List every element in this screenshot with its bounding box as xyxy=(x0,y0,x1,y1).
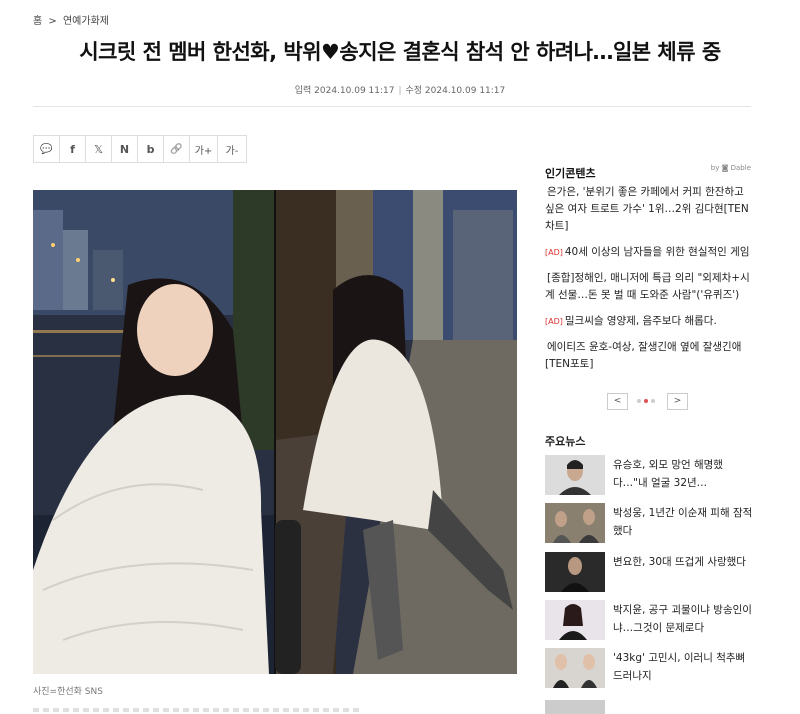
popular-pager: < > xyxy=(607,393,689,410)
news-thumbnail[interactable] xyxy=(545,503,605,543)
news-thumbnail[interactable] xyxy=(545,700,605,714)
prev-button[interactable]: < xyxy=(607,393,628,410)
popular-header: 인기콘텐츠 by ◙ Dable xyxy=(545,162,751,181)
list-item-text: [종합]정해인, 매니저에 특급 의리 "외제차+시계 선물…돈 못 벌 때 도… xyxy=(545,272,750,301)
page-dot-active[interactable] xyxy=(644,399,648,403)
list-item[interactable]: 에이티즈 윤호-여상, 잘생긴애 옆에 잘생긴애 [TEN포토] xyxy=(545,339,755,373)
comment-icon[interactable]: 💬 xyxy=(34,136,60,162)
news-headline[interactable]: 박지윤, 공구 괴물이냐 방송인이냐…그것이 문제로다 xyxy=(613,601,755,637)
input-date: 입력 2024.10.09 11:17 xyxy=(294,86,395,96)
breadcrumb-separator: > xyxy=(48,16,57,27)
news-thumbnail[interactable] xyxy=(545,455,605,495)
page-dots xyxy=(637,399,655,403)
news-item[interactable]: 유승호, 외모 망언 해명했다…"내 얼굴 32년… xyxy=(545,455,755,495)
article-headline: 시크릿 전 멤버 한선화, 박위♥송지은 결혼식 참석 안 하려나…일본 체류 … xyxy=(79,40,721,64)
header-divider xyxy=(33,106,751,107)
news-thumbnail[interactable] xyxy=(545,552,605,592)
article-dates: 입력 2024.10.09 11:17 | 수정 2024.10.09 11:17 xyxy=(0,83,800,96)
list-item-text: 밀크씨슬 영양제, 음주보다 해롭다. xyxy=(564,315,717,327)
news-item[interactable]: '43kg' 고민시, 이러니 척추뼈 드러나지 xyxy=(545,648,755,688)
dable-logo: by ◙ Dable xyxy=(710,164,751,172)
news-item-partial[interactable] xyxy=(545,700,755,714)
news-thumbnail[interactable] xyxy=(545,648,605,688)
share-toolbar: 💬 f 𝕏 N b 🔗 가+ 가- xyxy=(33,135,247,163)
breadcrumb-section[interactable]: 연예가화제 xyxy=(63,16,109,27)
naver-icon[interactable]: N xyxy=(112,136,138,162)
popular-list: 은가은, '분위기 좋은 카페에서 커피 한잔하고 싶은 여자 트로트 가수' … xyxy=(545,184,755,382)
news-headline[interactable]: 변요한, 30대 뜨겁게 사랑했다 xyxy=(613,553,755,571)
font-decrease-button[interactable]: 가- xyxy=(218,136,246,162)
next-button[interactable]: > xyxy=(667,393,688,410)
news-item[interactable]: 박성웅, 1년간 이순재 피해 잠적했다 xyxy=(545,503,755,543)
breadcrumb: 홈 > 연예가화제 xyxy=(33,12,112,27)
link-icon[interactable]: 🔗 xyxy=(164,136,190,162)
date-separator: | xyxy=(398,86,402,96)
news-thumbnail[interactable] xyxy=(545,600,605,640)
ad-badge: [AD] xyxy=(545,317,563,326)
news-headline[interactable]: 유승호, 외모 망언 해명했다…"내 얼굴 32년… xyxy=(613,456,755,492)
font-increase-button[interactable]: 가+ xyxy=(190,136,218,162)
edit-date: 수정 2024.10.09 11:17 xyxy=(405,86,506,96)
photo-caption: 사진=한선화 SNS xyxy=(33,687,103,697)
x-icon[interactable]: 𝕏 xyxy=(86,136,112,162)
list-item[interactable]: [종합]정해인, 매니저에 특급 의리 "외제차+시계 선물…돈 못 벌 때 도… xyxy=(545,270,755,304)
popular-title: 인기콘텐츠 xyxy=(545,167,596,180)
list-item-text: 에이티즈 윤호-여상, 잘생긴애 옆에 잘생긴애 [TEN포토] xyxy=(545,341,742,370)
list-item[interactable]: [AD] 밀크씨슬 영양제, 음주보다 해롭다. xyxy=(545,313,755,330)
news-headline[interactable]: '43kg' 고민시, 이러니 척추뼈 드러나지 xyxy=(613,649,755,685)
breadcrumb-home[interactable]: 홈 xyxy=(33,16,42,27)
list-item-text: 은가은, '분위기 좋은 카페에서 커피 한잔하고 싶은 여자 트로트 가수' … xyxy=(545,186,749,232)
facebook-icon[interactable]: f xyxy=(60,136,86,162)
article-body-cutoff xyxy=(33,708,363,712)
news-headline[interactable]: 박성웅, 1년간 이순재 피해 잠적했다 xyxy=(613,504,755,540)
band-icon[interactable]: b xyxy=(138,136,164,162)
list-item-text: 40세 이상의 남자들을 위한 현실적인 게임 xyxy=(564,246,750,258)
page-dot[interactable] xyxy=(637,399,641,403)
ad-badge: [AD] xyxy=(545,248,563,257)
news-title: 주요뉴스 xyxy=(545,435,586,448)
list-item[interactable]: [AD] 40세 이상의 남자들을 위한 현실적인 게임 xyxy=(545,244,755,261)
list-item[interactable]: 은가은, '분위기 좋은 카페에서 커피 한잔하고 싶은 여자 트로트 가수' … xyxy=(545,184,755,235)
article-photo xyxy=(33,190,517,674)
news-item[interactable]: 변요한, 30대 뜨겁게 사랑했다 xyxy=(545,552,755,592)
page-dot[interactable] xyxy=(651,399,655,403)
news-item[interactable]: 박지윤, 공구 괴물이냐 방송인이냐…그것이 문제로다 xyxy=(545,600,755,640)
